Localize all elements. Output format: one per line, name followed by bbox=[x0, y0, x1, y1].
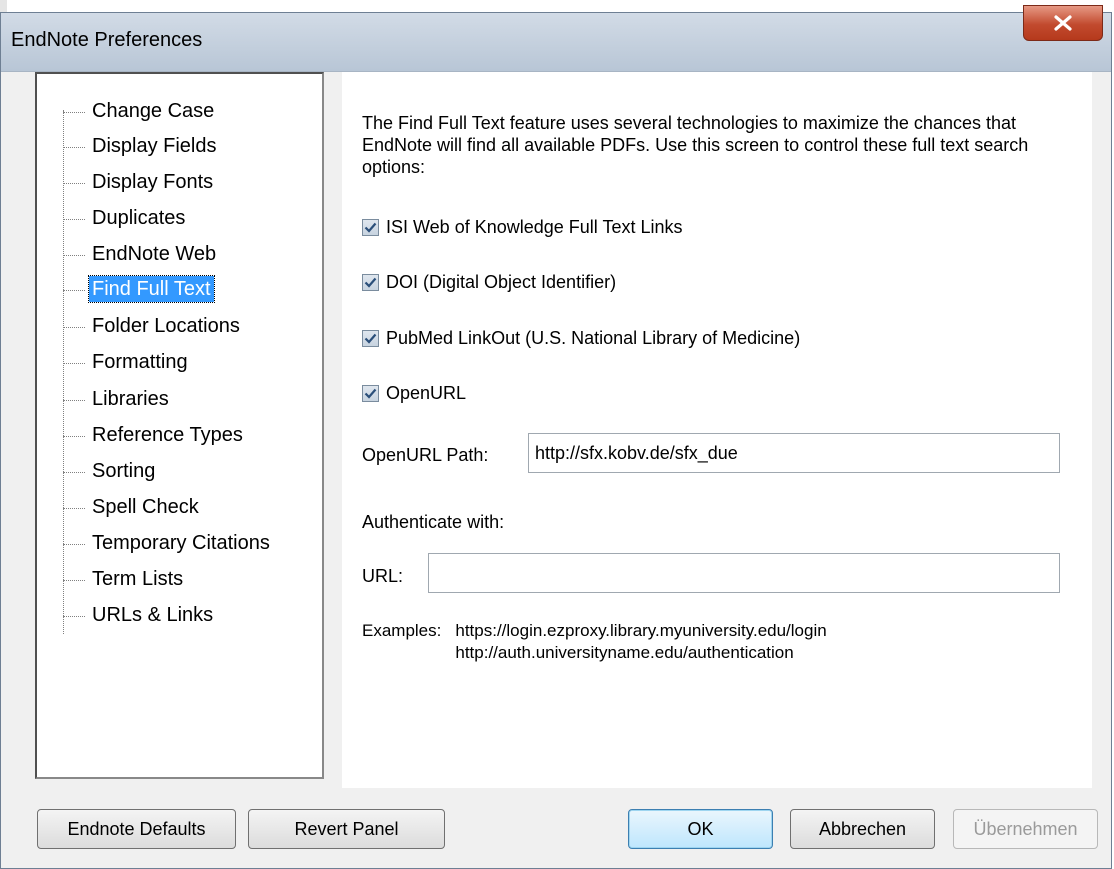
option-label: OpenURL bbox=[386, 382, 467, 403]
example-url: http://auth.universityname.edu/authentic… bbox=[455, 643, 794, 662]
title-bar[interactable]: EndNote Preferences bbox=[1, 13, 1111, 72]
checkbox-checked-icon[interactable] bbox=[362, 384, 379, 402]
checkbox-checked-icon[interactable] bbox=[362, 218, 379, 236]
authenticate-with-label: Authenticate with: bbox=[362, 512, 505, 532]
tree-item-label: Term Lists bbox=[92, 568, 184, 590]
tree-item-label: Folder Locations bbox=[92, 315, 240, 337]
revert-panel-button[interactable]: Revert Panel bbox=[248, 809, 445, 849]
tree-item-label: Reference Types bbox=[92, 424, 243, 446]
tree-item-label: EndNote Web bbox=[92, 243, 217, 265]
tree-item-label: Sorting bbox=[92, 460, 156, 482]
examples-label: Examples: bbox=[362, 621, 442, 640]
tree-item-label: Duplicates bbox=[92, 207, 186, 229]
checkbox-checked-icon[interactable] bbox=[362, 273, 379, 291]
option-label: DOI (Digital Object Identifier) bbox=[386, 271, 617, 292]
tree-connector-line bbox=[63, 110, 64, 634]
ok-button[interactable]: OK bbox=[628, 809, 773, 849]
tree-item-label: Display Fonts bbox=[92, 171, 214, 193]
tree-item-label: Find Full Text bbox=[88, 275, 215, 303]
close-button[interactable] bbox=[1023, 5, 1103, 41]
preferences-category-tree[interactable]: Change Case Display Fields Display Fonts… bbox=[35, 72, 324, 779]
checkbox-checked-icon[interactable] bbox=[362, 329, 379, 347]
tree-item-label: Spell Check bbox=[92, 496, 199, 518]
endnote-defaults-button[interactable]: Endnote Defaults bbox=[37, 809, 236, 849]
tree-item-label: Temporary Citations bbox=[92, 532, 270, 554]
window-title: EndNote Preferences bbox=[11, 29, 203, 51]
option-pubmed-linkout[interactable]: PubMed LinkOut (U.S. National Library of… bbox=[362, 325, 800, 351]
option-label: ISI Web of Knowledge Full Text Links bbox=[386, 216, 683, 237]
url-label: URL: bbox=[362, 566, 404, 586]
examples-list: https://login.ezproxy.library.myuniversi… bbox=[455, 620, 826, 664]
url-input[interactable] bbox=[428, 553, 1060, 593]
openurl-path-input[interactable] bbox=[528, 433, 1060, 473]
option-openurl[interactable]: OpenURL bbox=[362, 380, 466, 406]
option-label: PubMed LinkOut (U.S. National Library of… bbox=[386, 327, 801, 348]
tree-item-label: Formatting bbox=[92, 351, 188, 373]
close-icon bbox=[1054, 15, 1072, 31]
tree-item-label: Display Fields bbox=[92, 135, 217, 157]
tree-item-label: Change Case bbox=[92, 100, 215, 122]
cancel-button[interactable]: Abbrechen bbox=[790, 809, 935, 849]
example-url: https://login.ezproxy.library.myuniversi… bbox=[455, 621, 827, 640]
apply-button[interactable]: Übernehmen bbox=[953, 809, 1098, 849]
tree-item-label: URLs & Links bbox=[92, 604, 214, 626]
panel-description: The Find Full Text feature uses several … bbox=[362, 113, 1029, 177]
tree-item-label: Libraries bbox=[92, 388, 169, 410]
examples: Examples: https://login.ezproxy.library.… bbox=[362, 620, 827, 664]
openurl-path-label: OpenURL Path: bbox=[362, 445, 489, 465]
option-isi-web-of-knowledge[interactable]: ISI Web of Knowledge Full Text Links bbox=[362, 214, 683, 240]
option-doi[interactable]: DOI (Digital Object Identifier) bbox=[362, 269, 616, 295]
find-full-text-panel: The Find Full Text feature uses several … bbox=[342, 72, 1092, 788]
